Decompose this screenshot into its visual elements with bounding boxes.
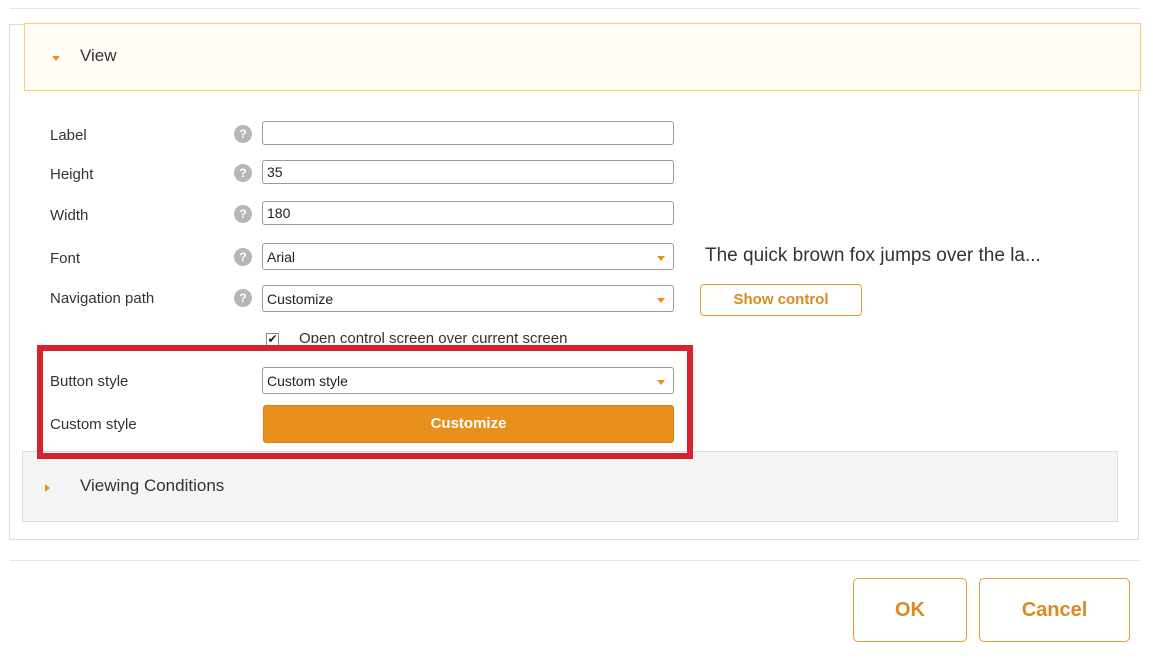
help-icon[interactable]: ?	[234, 125, 252, 143]
chevron-down-icon	[52, 56, 60, 61]
font-preview-text: The quick brown fox jumps over the la...	[705, 245, 1041, 266]
chevron-right-icon	[45, 484, 50, 492]
height-field-label: Height	[50, 166, 94, 183]
width-field-label: Width	[50, 207, 89, 224]
show-control-button[interactable]: Show control	[700, 284, 862, 316]
cancel-button[interactable]: Cancel	[979, 578, 1130, 642]
help-icon[interactable]: ?	[234, 248, 252, 266]
help-icon[interactable]: ?	[234, 289, 252, 307]
navigation-path-value: Customize	[267, 291, 334, 307]
help-icon[interactable]: ?	[234, 205, 252, 223]
view-section-header[interactable]: View	[24, 23, 1141, 91]
navigation-path-select[interactable]: Customize	[262, 285, 674, 312]
dropdown-arrow-icon	[657, 256, 665, 261]
view-section-title: View	[80, 46, 117, 65]
font-select-value: Arial	[267, 249, 296, 265]
highlight-box	[37, 345, 693, 459]
viewing-conditions-title: Viewing Conditions	[80, 476, 225, 495]
width-input[interactable]: 180	[262, 201, 674, 225]
open-over-screen-label: Open control screen over current screen	[299, 330, 568, 343]
viewing-conditions-section[interactable]: Viewing Conditions	[22, 451, 1118, 522]
top-divider	[10, 8, 1140, 9]
navigation-path-label: Navigation path	[50, 290, 155, 307]
label-input[interactable]	[262, 121, 674, 145]
ok-button[interactable]: OK	[853, 578, 967, 642]
bottom-divider	[10, 560, 1140, 561]
height-input[interactable]: 35	[262, 160, 674, 184]
font-select[interactable]: Arial	[262, 243, 674, 270]
font-field-label: Font	[50, 250, 81, 267]
label-field-label: Label	[50, 127, 87, 144]
dropdown-arrow-icon	[657, 298, 665, 303]
help-icon[interactable]: ?	[234, 164, 252, 182]
